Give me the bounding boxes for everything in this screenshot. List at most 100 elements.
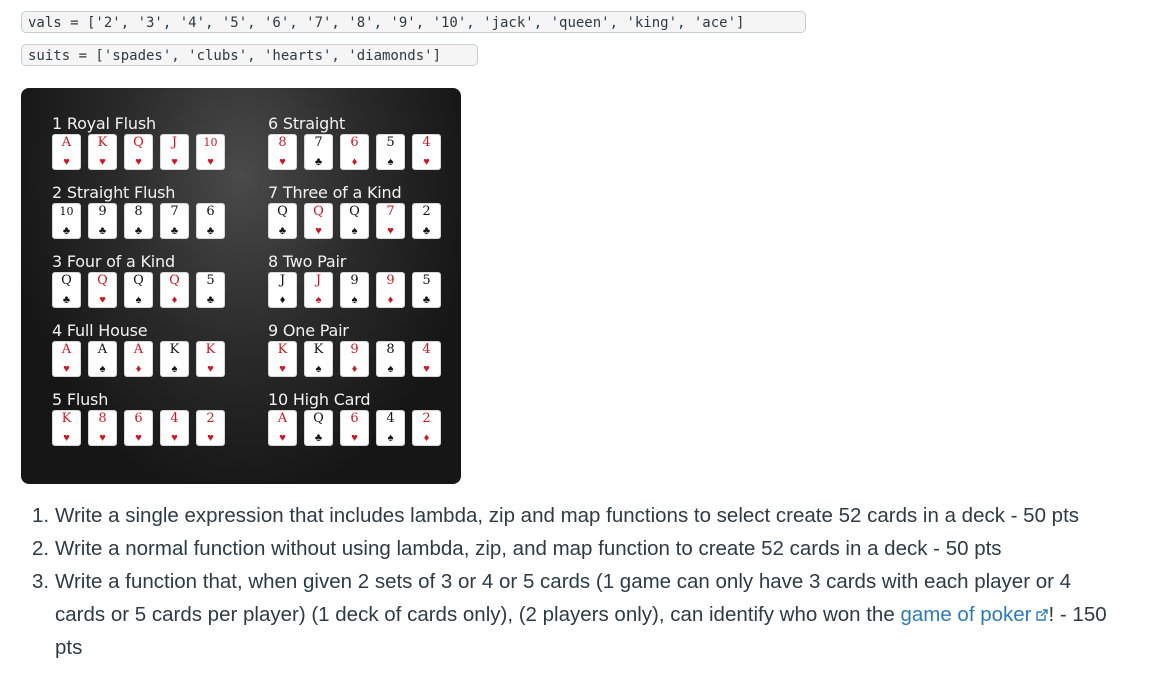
poker-hand: 2 Straight Flush 10 ♣ 9 ♣ 8 ♣ 7 ♣ 6 ♣ — [52, 183, 252, 243]
card-row: J ♦ J ♠ 9 ♠ 9 ♦ 5 ♣ — [268, 272, 461, 308]
game-of-poker-link[interactable]: game of poker — [900, 603, 1048, 626]
card-suit-icon: ♥ — [315, 225, 322, 237]
task-list: 1. Write a single expression that includ… — [24, 499, 1114, 664]
card-suit-icon: ♦ — [351, 363, 358, 375]
card-suit-icon: ♥ — [279, 156, 286, 168]
hand-title: 7 Three of a Kind — [268, 183, 402, 202]
card-rank: 8 — [134, 204, 143, 219]
card-rank: Q — [61, 273, 72, 288]
card-rank: J — [315, 273, 322, 288]
card-suit-icon: ♥ — [135, 156, 142, 168]
playing-card: 9 ♣ — [88, 203, 117, 239]
playing-card: 4 ♥ — [412, 134, 441, 170]
playing-card: 5 ♣ — [412, 272, 441, 308]
card-suit-icon: ♥ — [135, 432, 142, 444]
playing-card: 5 ♣ — [196, 272, 225, 308]
poker-hand: 10 High Card A ♥ Q ♣ 6 ♥ 4 ♠ 2 ♦ — [268, 390, 461, 450]
playing-card: Q ♣ — [268, 203, 297, 239]
hand-title: 10 High Card — [268, 390, 371, 409]
card-rank: 7 — [314, 135, 323, 150]
playing-card: 7 ♣ — [304, 134, 333, 170]
playing-card: Q ♣ — [52, 272, 81, 308]
task-number: 3. — [32, 570, 50, 593]
playing-card: A ♥ — [52, 134, 81, 170]
card-rank: 7 — [170, 204, 179, 219]
playing-card: Q ♥ — [124, 134, 153, 170]
card-suit-icon: ♥ — [99, 432, 106, 444]
card-suit-icon: ♥ — [207, 363, 214, 375]
card-rank: 9 — [350, 342, 359, 357]
card-suit-icon: ♥ — [171, 156, 178, 168]
playing-card: Q ♣ — [304, 410, 333, 446]
card-suit-icon: ♣ — [206, 225, 215, 237]
card-rank: 8 — [278, 135, 287, 150]
link-text[interactable]: game of poker — [900, 603, 1031, 626]
hand-title: 2 Straight Flush — [52, 183, 176, 202]
hand-title: 5 Flush — [52, 390, 109, 409]
card-rank: 10 — [203, 136, 218, 149]
card-rank: K — [277, 342, 288, 357]
playing-card: 8 ♥ — [268, 134, 297, 170]
playing-card: J ♦ — [268, 272, 297, 308]
playing-card: K ♥ — [268, 341, 297, 377]
hand-title: 9 One Pair — [268, 321, 349, 340]
hand-title: 4 Full House — [52, 321, 148, 340]
playing-card: 5 ♠ — [376, 134, 405, 170]
card-rank: 5 — [422, 273, 431, 288]
card-rank: 6 — [206, 204, 215, 219]
card-rank: 4 — [422, 135, 431, 150]
playing-card: 6 ♥ — [124, 410, 153, 446]
poker-hand: 9 One Pair K ♥ K ♠ 9 ♦ 8 ♠ 4 ♥ — [268, 321, 461, 381]
task-item-1: 1. Write a single expression that includ… — [24, 499, 1114, 532]
card-rank: K — [97, 135, 108, 150]
playing-card: 4 ♥ — [412, 341, 441, 377]
card-rank: K — [313, 342, 324, 357]
card-suit-icon: ♦ — [135, 363, 142, 375]
playing-card: 2 ♦ — [412, 410, 441, 446]
card-suit-icon: ♠ — [387, 363, 394, 375]
card-suit-icon: ♥ — [171, 432, 178, 444]
playing-card: J ♠ — [304, 272, 333, 308]
card-rank: A — [61, 342, 72, 357]
card-suit-icon: ♥ — [387, 225, 394, 237]
card-row: A ♥ A ♠ A ♦ K ♠ K ♥ — [52, 341, 252, 377]
playing-card: Q ♦ — [160, 272, 189, 308]
card-rank: 10 — [59, 205, 74, 218]
card-rank: Q — [313, 411, 324, 426]
card-row: A ♥ Q ♣ 6 ♥ 4 ♠ 2 ♦ — [268, 410, 461, 446]
suits-code-line: suits = ['spades', 'clubs', 'hearts', 'd… — [21, 44, 478, 66]
card-suit-icon: ♥ — [423, 156, 430, 168]
poker-hand: 7 Three of a Kind Q ♣ Q ♥ Q ♠ 7 ♥ 2 ♣ — [268, 183, 461, 243]
card-suit-icon: ♦ — [387, 294, 394, 306]
hand-title: 1 Royal Flush — [52, 114, 156, 133]
card-suit-icon: ♣ — [422, 294, 431, 306]
card-suit-icon: ♥ — [423, 363, 430, 375]
card-suit-icon: ♠ — [135, 294, 142, 306]
card-suit-icon: ♦ — [171, 294, 178, 306]
card-rank: 6 — [350, 135, 359, 150]
card-suit-icon: ♥ — [279, 363, 286, 375]
poker-hand: 4 Full House A ♥ A ♠ A ♦ K ♠ K ♥ — [52, 321, 252, 381]
card-rank: 9 — [98, 204, 107, 219]
task-text: Write a normal function without using la… — [55, 537, 1002, 560]
playing-card: K ♠ — [160, 341, 189, 377]
playing-card: Q ♥ — [88, 272, 117, 308]
card-rank: 6 — [134, 411, 143, 426]
card-suit-icon: ♠ — [351, 294, 358, 306]
card-rank: 4 — [170, 411, 179, 426]
task-number: 2. — [32, 537, 50, 560]
card-rank: 2 — [422, 411, 431, 426]
poker-hand: 3 Four of a Kind Q ♣ Q ♥ Q ♠ Q ♦ 5 ♣ — [52, 252, 252, 312]
card-suit-icon: ♣ — [170, 225, 179, 237]
card-suit-icon: ♥ — [207, 432, 214, 444]
playing-card: 7 ♥ — [376, 203, 405, 239]
card-rank: K — [61, 411, 72, 426]
poker-hand: 1 Royal Flush A ♥ K ♥ Q ♥ J ♥ 10 ♥ — [52, 114, 252, 174]
card-rank: 2 — [422, 204, 431, 219]
card-rank: K — [169, 342, 180, 357]
card-suit-icon: ♥ — [279, 432, 286, 444]
playing-card: J ♥ — [160, 134, 189, 170]
card-suit-icon: ♣ — [62, 294, 71, 306]
card-rank: J — [171, 135, 178, 150]
card-rank: 9 — [386, 273, 395, 288]
